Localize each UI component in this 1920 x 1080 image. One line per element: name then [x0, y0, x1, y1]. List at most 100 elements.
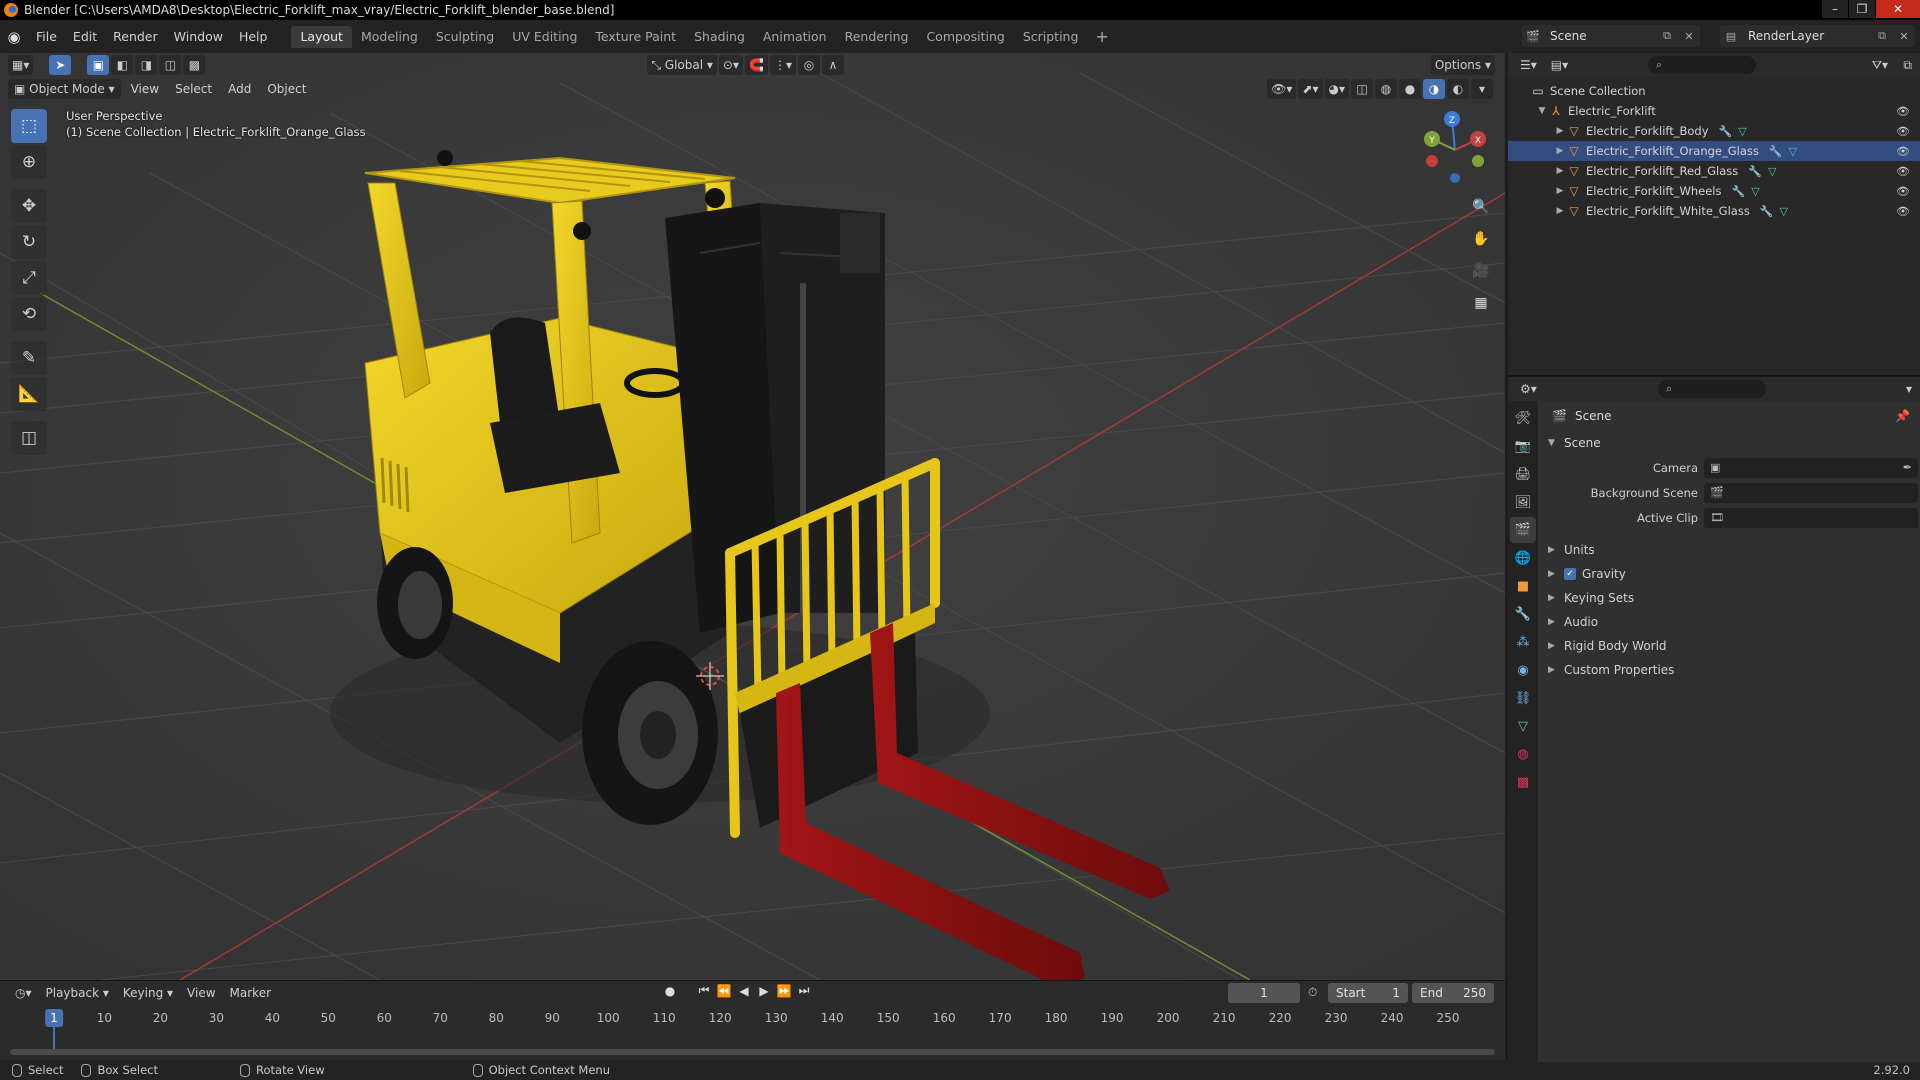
solid-shading-icon[interactable]: ●	[1399, 79, 1421, 99]
3d-viewport[interactable]: Z X Y ▦▾ ➤ ▣ ◧ ◨ ◫ ▩ ⤡ Global ▾ ⊙▾ 🧲 ⋮▾ …	[0, 53, 1505, 980]
overlay-toggle-icon[interactable]: ◕▾	[1324, 79, 1349, 99]
filter-icon[interactable]: ⛛▾	[1872, 58, 1888, 73]
select-invert-icon[interactable]: ◫	[159, 55, 182, 75]
tool-tab-icon[interactable]: 🛠	[1510, 405, 1536, 431]
outliner-object-row[interactable]: ▶ ▽ Electric_Forklift_White_Glass 🔧 ▽ 👁	[1508, 201, 1920, 221]
expand-arrow-icon[interactable]: ▶	[1554, 146, 1566, 156]
data-tab-icon[interactable]: ▽	[1510, 713, 1536, 739]
end-frame-field[interactable]: End 250	[1412, 983, 1494, 1003]
visibility-eye-icon[interactable]: 👁	[1896, 185, 1910, 198]
play-reverse-icon[interactable]: ◀	[734, 984, 754, 998]
zoom-icon[interactable]: 🔍	[1467, 193, 1495, 221]
expand-arrow-icon[interactable]: ▶	[1554, 126, 1566, 136]
material-shading-icon[interactable]: ◑	[1423, 79, 1445, 99]
auto-keying-icon[interactable]: ●	[660, 984, 680, 998]
current-frame-field[interactable]: 1	[1228, 983, 1300, 1003]
add-workspace-button[interactable]: +	[1087, 27, 1116, 46]
jump-start-icon[interactable]: ⏮	[694, 983, 714, 998]
transform-orientation-dropdown[interactable]: ⤡ Global ▾	[647, 55, 717, 75]
menu-window[interactable]: Window	[166, 26, 231, 48]
mesh-data-icon[interactable]: ▽	[1768, 165, 1776, 178]
scene-tab-icon[interactable]: 🎬	[1510, 517, 1536, 543]
eyedropper-icon[interactable]: ✒	[1903, 461, 1912, 474]
modifier-wrench-icon[interactable]: 🔧	[1748, 165, 1762, 178]
camera-view-icon[interactable]: 🎥	[1467, 257, 1495, 285]
modifier-wrench-icon[interactable]: 🔧	[1719, 125, 1733, 138]
outliner-object-row[interactable]: ▶ ▽ Electric_Forklift_Body 🔧 ▽ 👁	[1508, 121, 1920, 141]
cursor-tool-icon[interactable]: ⊕	[11, 145, 47, 179]
modifier-wrench-icon[interactable]: 🔧	[1769, 145, 1783, 158]
visibility-eye-icon[interactable]: 👁	[1896, 145, 1910, 158]
menu-render[interactable]: Render	[105, 26, 166, 48]
particles-tab-icon[interactable]: ⁂	[1510, 629, 1536, 655]
visibility-eye-icon[interactable]: 👁	[1896, 125, 1910, 138]
panel-scene-header[interactable]: ▼ Scene	[1538, 431, 1920, 455]
select-extend-icon[interactable]: ◧	[111, 55, 134, 75]
scale-tool-icon[interactable]: ⤢	[11, 261, 47, 295]
gizmo-toggle-icon[interactable]: ⬈▾	[1298, 79, 1323, 99]
modifier-wrench-icon[interactable]: 🔧	[1731, 185, 1745, 198]
menu-edit[interactable]: Edit	[65, 26, 105, 48]
orthographic-toggle-icon[interactable]: ▦	[1467, 289, 1495, 317]
viewport-menu-object[interactable]: Object	[259, 82, 314, 96]
timeline-scrollbar[interactable]	[10, 1049, 1495, 1055]
select-new-icon[interactable]: ▣	[87, 55, 110, 75]
background-scene-field[interactable]: 🎬	[1704, 482, 1918, 503]
mesh-data-icon[interactable]: ▽	[1780, 205, 1788, 218]
properties-editor-type-icon[interactable]: ⚙▾	[1520, 382, 1537, 396]
texture-tab-icon[interactable]: ▩	[1510, 769, 1536, 795]
select-box-tool-icon[interactable]: ⬚	[11, 109, 47, 143]
snap-toggle-icon[interactable]: 🧲	[745, 55, 768, 75]
mesh-data-icon[interactable]: ▽	[1738, 125, 1746, 138]
pivot-point-icon[interactable]: ⊙▾	[718, 55, 743, 75]
editor-type-icon[interactable]: ▦▾	[8, 55, 34, 75]
select-subtract-icon[interactable]: ◨	[135, 55, 158, 75]
annotate-tool-icon[interactable]: ✎	[11, 341, 47, 375]
properties-options-icon[interactable]: ▾	[1906, 382, 1912, 396]
expand-arrow-icon[interactable]: ▶	[1554, 206, 1566, 216]
wireframe-shading-icon[interactable]: ◍	[1375, 79, 1397, 99]
expand-arrow-icon[interactable]: ▶	[1554, 166, 1566, 176]
mesh-data-icon[interactable]: ▽	[1751, 185, 1759, 198]
timeline-menu-marker[interactable]: Marker	[223, 986, 278, 1000]
pan-hand-icon[interactable]: ✋	[1467, 225, 1495, 253]
mode-dropdown[interactable]: ▣ Object Mode ▾	[8, 79, 121, 99]
delete-scene-icon[interactable]: ✕	[1678, 30, 1700, 43]
view-layer-selector[interactable]: ▤ RenderLayer ⧉ ✕	[1720, 25, 1915, 47]
new-scene-icon[interactable]: ⧉	[1656, 29, 1678, 43]
tab-compositing[interactable]: Compositing	[917, 26, 1013, 48]
object-tab-icon[interactable]: ■	[1510, 573, 1536, 599]
view-layer-tab-icon[interactable]: 🖼	[1510, 489, 1536, 515]
expand-arrow-icon[interactable]: ▼	[1536, 106, 1548, 116]
viewport-menu-view[interactable]: View	[123, 82, 167, 96]
expand-arrow-icon[interactable]: ▶	[1554, 186, 1566, 196]
timeline-menu-keying[interactable]: Keying ▾	[116, 986, 180, 1000]
outliner-search-input[interactable]: ⌕	[1648, 56, 1756, 74]
maximize-button[interactable]: ❐	[1849, 0, 1875, 18]
new-view-layer-icon[interactable]: ⧉	[1871, 29, 1893, 43]
mesh-data-icon[interactable]: ▽	[1789, 145, 1797, 158]
camera-field[interactable]: ▣ ✒	[1704, 457, 1918, 478]
viewport-menu-select[interactable]: Select	[167, 82, 220, 96]
rendered-shading-icon[interactable]: ◐	[1447, 79, 1469, 99]
close-button[interactable]: ✕	[1876, 0, 1920, 18]
jump-keyframe-forward-icon[interactable]: ⏩	[774, 984, 794, 998]
menu-help[interactable]: Help	[231, 26, 276, 48]
tab-modeling[interactable]: Modeling	[352, 26, 427, 48]
options-dropdown[interactable]: Options ▾	[1430, 55, 1495, 75]
modifier-wrench-icon[interactable]: 🔧	[1760, 205, 1774, 218]
display-mode-icon[interactable]: ▤▾	[1551, 58, 1568, 72]
blender-logo-icon[interactable]: ◉	[0, 20, 28, 53]
select-intersect-icon[interactable]: ▩	[183, 55, 206, 75]
output-tab-icon[interactable]: 🖨	[1510, 461, 1536, 487]
tab-animation[interactable]: Animation	[754, 26, 836, 48]
add-cube-tool-icon[interactable]: ◫	[11, 421, 47, 455]
timeline-menu-playback[interactable]: Playback ▾	[39, 986, 116, 1000]
active-clip-field[interactable]: 🎞	[1704, 507, 1918, 528]
snap-target-icon[interactable]: ⋮▾	[769, 55, 796, 75]
tab-scripting[interactable]: Scripting	[1014, 26, 1088, 48]
tab-uv-editing[interactable]: UV Editing	[503, 26, 586, 48]
tab-sculpting[interactable]: Sculpting	[427, 26, 503, 48]
gravity-checkbox[interactable]: ✓	[1564, 568, 1576, 580]
panel-keying-sets[interactable]: ▶ Keying Sets	[1538, 586, 1920, 610]
